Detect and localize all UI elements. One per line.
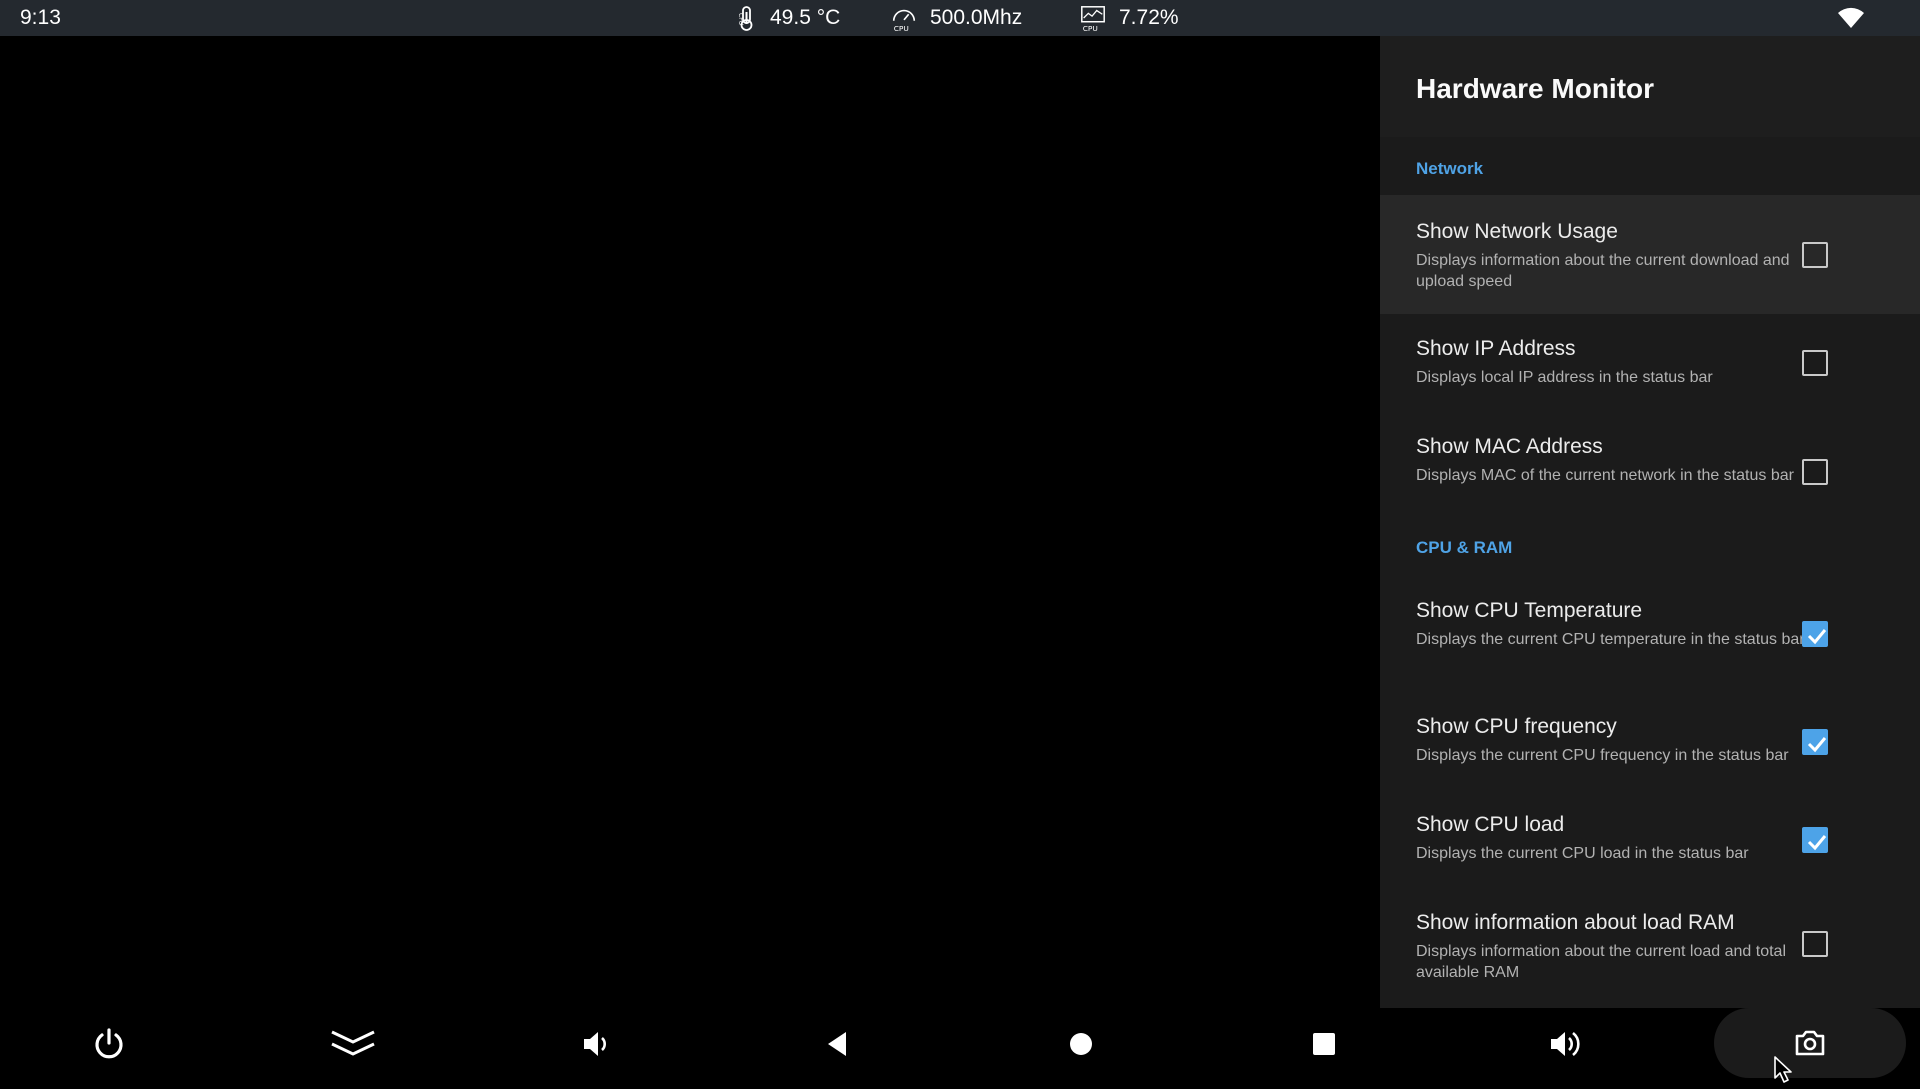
pref-title: Show CPU Temperature [1416, 599, 1643, 622]
power-icon [95, 1028, 123, 1059]
checkmark-icon [1807, 737, 1827, 753]
svg-text:CPU: CPU [894, 24, 909, 33]
clock: 9:13 [20, 6, 61, 29]
pref-title: Show Network Usage [1416, 220, 1618, 243]
camera-icon [1795, 1030, 1825, 1056]
cpu-temperature-value: 49.5 °C [770, 6, 841, 29]
collapse-chevrons-icon [331, 1030, 375, 1056]
pref-show-network-usage[interactable]: Show Network Usage Displays information … [1380, 195, 1920, 314]
volume-up-icon [1551, 1031, 1580, 1057]
cpu-frequency-value: 500.0Mhz [930, 6, 1023, 29]
checkbox-show-ip-address[interactable] [1802, 350, 1828, 376]
cpu-load-indicator: CPU 7.72% [1079, 0, 1179, 36]
checkbox-show-network-usage[interactable] [1802, 241, 1828, 268]
checkbox-show-cpu-temperature[interactable] [1802, 620, 1828, 647]
cpu-speedometer-icon: CPU [890, 3, 918, 33]
status-bar: 9:13 CPU 49.5 °C CPU 500.0Mhz CPU 7.72% [0, 0, 1920, 36]
pref-summary: Displays information about the current l… [1416, 943, 1786, 981]
checkbox-show-cpu-load[interactable] [1802, 827, 1828, 853]
cpu-load-value: 7.72% [1119, 6, 1179, 29]
panel-title: Hardware Monitor [1416, 73, 1655, 104]
checkmark-icon [1807, 835, 1827, 851]
hardware-monitor-settings-panel: Hardware Monitor Network Show Network Us… [1380, 36, 1920, 1008]
pref-show-cpu-temperature[interactable]: Show CPU Temperature Displays the curren… [1380, 574, 1920, 693]
pref-show-cpu-frequency[interactable]: Show CPU frequency Displays the current … [1380, 693, 1920, 791]
checkbox-show-cpu-frequency[interactable] [1802, 729, 1828, 755]
cpu-load-chart-icon: CPU [1079, 3, 1107, 33]
home-button[interactable] [1045, 1008, 1117, 1080]
pref-show-cpu-load[interactable]: Show CPU load Displays the current CPU l… [1380, 791, 1920, 889]
mouse-cursor-icon [1774, 1056, 1798, 1089]
home-icon [1070, 1033, 1092, 1055]
pref-show-ram-load[interactable]: Show information about load RAM Displays… [1380, 889, 1920, 1008]
cpu-temperature-indicator: CPU 49.5 °C [730, 0, 840, 36]
panel-header: Hardware Monitor [1380, 36, 1920, 137]
volume-down-button[interactable] [560, 1008, 632, 1080]
pref-title: Show IP Address [1416, 337, 1576, 360]
svg-text:CPU: CPU [1083, 24, 1098, 33]
pref-title: Show information about load RAM [1416, 911, 1735, 934]
checkbox-show-ram-load[interactable] [1802, 931, 1828, 957]
power-button[interactable] [73, 1008, 145, 1080]
pref-show-ip-address[interactable]: Show IP Address Displays local IP addres… [1380, 314, 1920, 412]
pref-summary: Displays the current CPU frequency in th… [1416, 747, 1789, 764]
pref-summary: Displays local IP address in the status … [1416, 369, 1713, 386]
pref-summary: Displays the current CPU temperature in … [1416, 631, 1805, 648]
recents-icon [1313, 1033, 1335, 1055]
navigation-bar [0, 1008, 1920, 1080]
volume-up-button[interactable] [1530, 1008, 1602, 1080]
pref-summary: Displays MAC of the current network in t… [1416, 467, 1794, 484]
thermometer-icon: CPU [730, 3, 758, 33]
svg-text:CPU: CPU [737, 13, 744, 25]
back-icon [828, 1032, 846, 1056]
checkmark-icon [1807, 628, 1827, 644]
recents-button[interactable] [1288, 1008, 1360, 1080]
checkbox-show-mac-address[interactable] [1802, 458, 1828, 485]
pref-summary: Displays the current CPU load in the sta… [1416, 845, 1749, 862]
pref-summary: Displays information about the current d… [1416, 252, 1790, 290]
pref-title: Show MAC Address [1416, 435, 1603, 458]
back-button[interactable] [802, 1008, 874, 1080]
volume-down-icon [584, 1032, 606, 1056]
pref-title: Show CPU load [1416, 813, 1565, 836]
wifi-icon [1836, 6, 1866, 30]
pref-title: Show CPU frequency [1416, 715, 1617, 738]
screenshot-button[interactable] [1714, 1008, 1906, 1078]
section-title-network: Network [1416, 159, 1484, 178]
section-title-cpu-ram: CPU & RAM [1416, 538, 1513, 557]
pref-show-mac-address[interactable]: Show MAC Address Displays MAC of the cur… [1380, 412, 1920, 531]
cpu-frequency-indicator: CPU 500.0Mhz [890, 0, 1022, 36]
collapse-button[interactable] [317, 1008, 389, 1080]
